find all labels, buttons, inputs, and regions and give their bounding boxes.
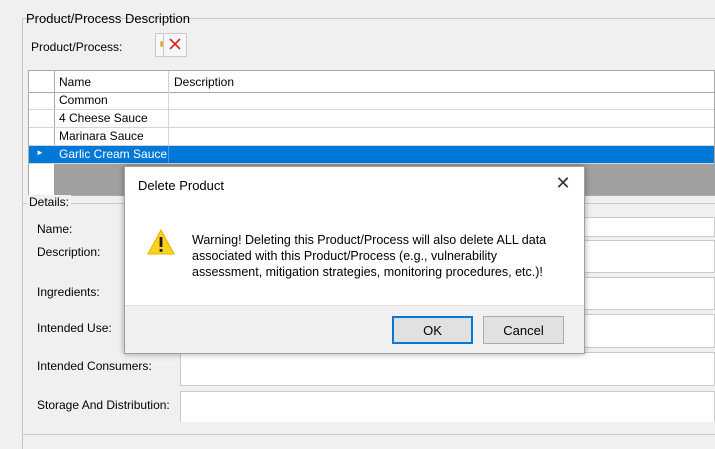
close-icon[interactable]: ✕ (552, 172, 574, 194)
cancel-button[interactable]: Cancel (483, 316, 564, 344)
header-divider (168, 71, 169, 92)
details-title: Details: (27, 195, 72, 209)
intended-use-label: Intended Use: (37, 321, 112, 335)
description-label: Description: (37, 245, 101, 259)
row-indicator-icon: ► (36, 148, 44, 157)
column-header-description[interactable]: Description (174, 75, 234, 89)
warning-triangle-icon (147, 228, 175, 258)
ok-button[interactable]: OK (392, 316, 473, 344)
cell-divider (168, 146, 169, 163)
intended-consumers-label: Intended Consumers: (37, 359, 152, 373)
name-label: Name: (37, 222, 73, 236)
table-row[interactable]: 4 Cheese Sauce (29, 110, 714, 128)
dialog-footer: OK Cancel (125, 305, 584, 353)
row-name: 4 Cheese Sauce (59, 111, 148, 125)
dialog-title: Delete Product (138, 178, 224, 193)
column-header-name[interactable]: Name (59, 75, 91, 89)
delete-product-button[interactable] (163, 33, 187, 57)
cell-divider (168, 128, 169, 145)
table-row-selected[interactable]: ► Garlic Cream Sauce (29, 146, 714, 164)
grid-header: Name Description (29, 71, 714, 93)
ingredients-label: Ingredients: (37, 285, 100, 299)
table-row[interactable]: Marinara Sauce (29, 128, 714, 146)
product-process-label: Product/Process: (31, 40, 123, 54)
storage-field[interactable] (180, 391, 715, 422)
product-process-window: Product/Process Description Product/Proc… (0, 0, 715, 449)
intended-consumers-field[interactable] (180, 352, 715, 386)
row-header-corner (29, 71, 55, 92)
delete-x-icon (169, 37, 181, 53)
row-name: Garlic Cream Sauce (59, 147, 168, 161)
storage-label: Storage And Distribution: (37, 398, 170, 412)
cell-divider (168, 110, 169, 127)
row-name: Common (59, 93, 108, 107)
cell-divider (168, 92, 169, 109)
row-name: Marinara Sauce (59, 129, 144, 143)
delete-product-dialog: Delete Product ✕ Warning! Deleting this … (124, 166, 585, 354)
table-row[interactable]: Common (29, 92, 714, 110)
section-title: Product/Process Description (26, 11, 191, 26)
warning-message: Warning! Deleting this Product/Process w… (192, 233, 547, 279)
